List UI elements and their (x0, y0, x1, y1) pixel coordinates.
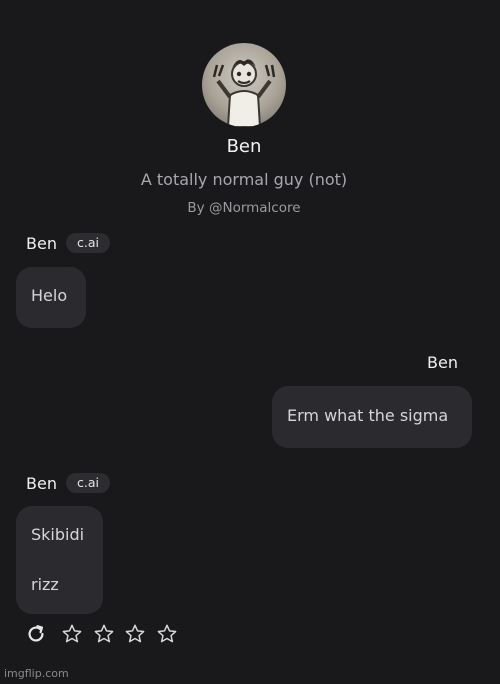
character-name: Ben (226, 136, 262, 157)
sender-name: Ben (26, 233, 57, 253)
reload-icon[interactable] (25, 623, 47, 645)
user-message-bubble[interactable]: Erm what the sigma (272, 386, 472, 448)
creator-link[interactable]: By @Normalcore (0, 200, 488, 216)
star-icon[interactable] (156, 623, 178, 645)
message-sender: Ben c.ai (26, 233, 110, 253)
message-text: Erm what the sigma (287, 406, 449, 425)
avatar-illustration (212, 59, 276, 127)
character-tagline: A totally normal guy (not) (140, 170, 348, 189)
message-text: rizz (31, 575, 59, 594)
star-icon[interactable] (124, 623, 146, 645)
sender-name: Ben (26, 473, 57, 493)
message-sender: Ben c.ai (26, 473, 110, 493)
message-actions (25, 623, 187, 645)
star-icon[interactable] (93, 623, 115, 645)
character-avatar[interactable] (202, 43, 286, 127)
message-text: Helo (31, 286, 68, 305)
character-message-bubble[interactable]: Helo (16, 267, 86, 328)
imgflip-watermark: imgflip.com (4, 667, 69, 680)
message-text: Skibidi (31, 525, 85, 544)
user-sender-name: Ben (427, 353, 458, 372)
character-message-bubble[interactable]: Skibidi rizz (16, 506, 103, 614)
cai-badge: c.ai (65, 473, 110, 493)
star-icon[interactable] (61, 623, 83, 645)
cai-badge: c.ai (65, 233, 110, 253)
